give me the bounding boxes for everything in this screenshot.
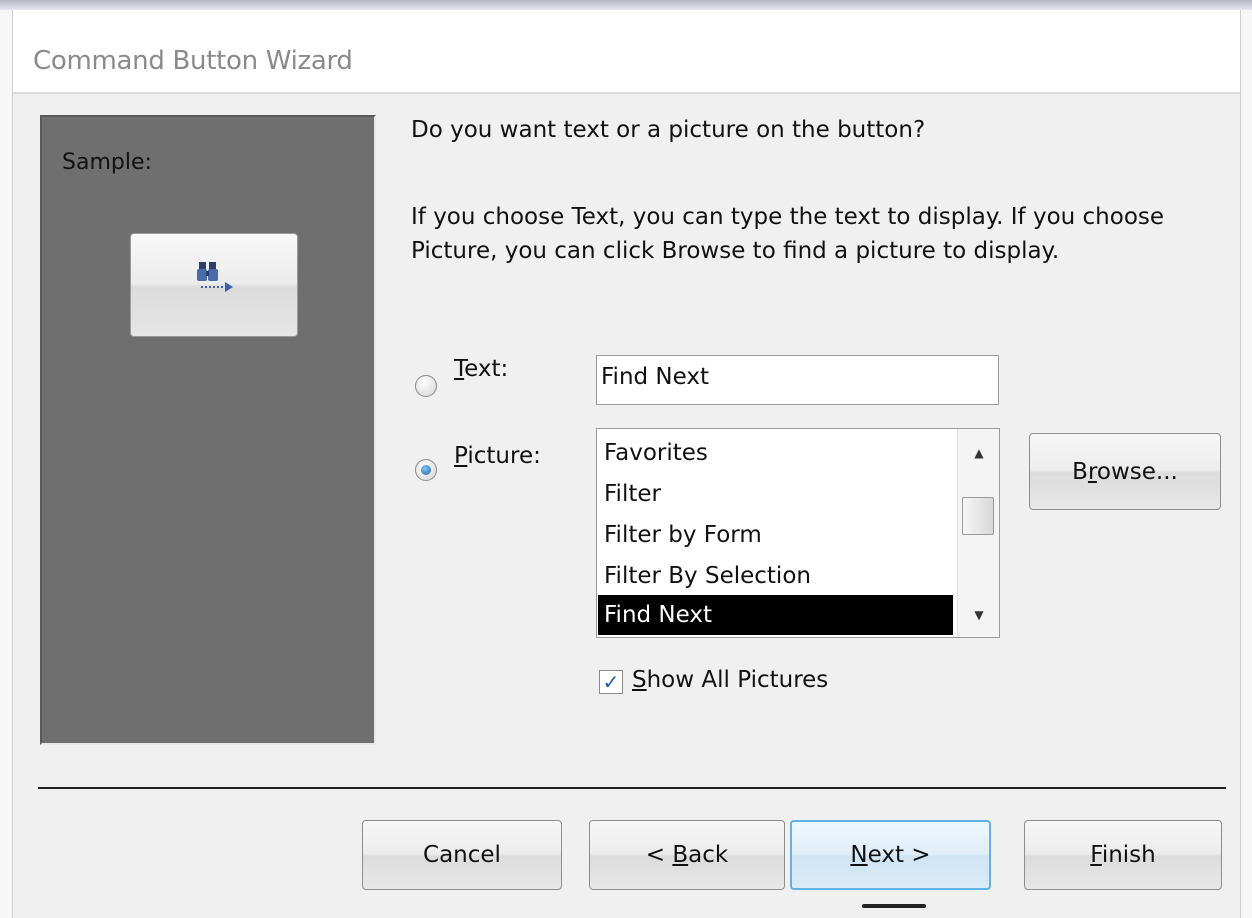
binoculars-find-next-icon	[197, 262, 233, 292]
list-item-selected[interactable]: Find Next	[598, 595, 953, 635]
wizard-question: Do you want text or a picture on the but…	[411, 117, 926, 143]
scroll-down-arrow-icon[interactable]: ▼	[958, 595, 999, 635]
button-text-input[interactable]: Find Next	[596, 355, 999, 405]
scroll-up-arrow-icon[interactable]: ▲	[958, 433, 999, 473]
list-item[interactable]: Filter by Form	[598, 515, 953, 555]
scrollbar-thumb[interactable]	[962, 497, 994, 535]
finish-button[interactable]: Finish	[1024, 820, 1222, 890]
next-button[interactable]: Next >	[790, 820, 991, 890]
sample-label: Sample:	[62, 150, 152, 175]
back-button[interactable]: < Back	[589, 820, 785, 890]
picture-radio[interactable]	[415, 459, 437, 481]
listbox-scrollbar[interactable]: ▲ ▼	[957, 429, 999, 637]
list-item[interactable]: Filter By Selection	[598, 556, 953, 596]
title-bar: Command Button Wizard	[13, 10, 1240, 92]
sample-panel: Sample:	[40, 115, 376, 745]
command-button-wizard-window: Command Button Wizard Sample: Do you wan…	[0, 0, 1252, 918]
text-radio-label[interactable]: Text:	[454, 356, 508, 382]
bottom-edge-mark	[862, 904, 926, 908]
window-title: Command Button Wizard	[33, 46, 353, 76]
window-top-edge	[0, 0, 1252, 10]
picture-radio-label[interactable]: Picture:	[454, 443, 541, 469]
window-right-frame	[1240, 10, 1252, 918]
picture-listbox[interactable]: Favorites Filter Filter by Form Filter B…	[596, 428, 1000, 638]
list-item[interactable]: Favorites	[598, 433, 953, 473]
sample-button-preview	[130, 233, 298, 337]
show-all-pictures-checkbox[interactable]: ✓	[599, 670, 623, 694]
text-radio[interactable]	[415, 375, 437, 397]
list-item[interactable]: Filter	[598, 474, 953, 514]
cancel-button[interactable]: Cancel	[362, 820, 562, 890]
show-all-pictures-label[interactable]: Show All Pictures	[632, 667, 828, 693]
wizard-instructions: If you choose Text, you can type the tex…	[411, 204, 1165, 264]
browse-button[interactable]: Browse...	[1029, 433, 1221, 510]
window-left-frame	[0, 10, 13, 918]
bottom-separator	[38, 787, 1226, 789]
